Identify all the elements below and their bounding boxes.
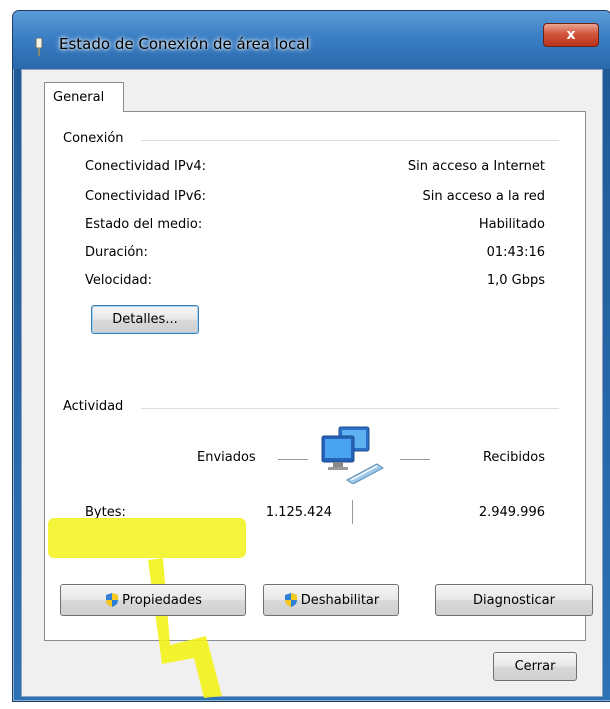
window-title: Estado de Conexión de área local: [59, 35, 310, 53]
diagnose-button[interactable]: Diagnosticar: [435, 584, 593, 616]
properties-button[interactable]: Propiedades: [60, 584, 246, 616]
sent-connector-line: [278, 459, 308, 460]
close-window-button[interactable]: x: [543, 23, 599, 47]
details-button[interactable]: Detalles...: [91, 305, 199, 334]
media-state-label: Estado del medio:: [85, 217, 203, 232]
sent-label: Enviados: [197, 450, 256, 465]
bytes-received-value: 2.949.996: [478, 505, 545, 520]
group-title-connection: Conexión: [63, 131, 130, 146]
arrow-annotation-icon: [148, 558, 222, 698]
received-connector-line: [400, 459, 430, 460]
properties-label: Propiedades: [122, 592, 202, 608]
uac-shield-icon: [106, 593, 119, 607]
dialog-window: Estado de Conexión de área local x Gener…: [12, 10, 610, 702]
group-divider-connection: [141, 140, 559, 141]
ipv4-label: Conectividad IPv4:: [85, 159, 207, 174]
disable-button[interactable]: Deshabilitar: [263, 584, 399, 616]
dialog-client-area: General Conexión Conectividad IPv4: Sin …: [21, 69, 603, 698]
ipv6-label: Conectividad IPv6:: [85, 189, 207, 204]
ipv4-value: Sin acceso a Internet: [407, 159, 545, 174]
tab-general[interactable]: General: [44, 82, 124, 112]
media-state-value: Habilitado: [478, 217, 545, 232]
uac-shield-icon: [284, 593, 297, 607]
received-label: Recibidos: [482, 450, 545, 465]
bytes-divider: [352, 500, 353, 524]
bytes-sent-value: 1.125.424: [265, 505, 332, 520]
disable-label: Deshabilitar: [300, 592, 380, 608]
ipv6-value: Sin acceso a la red: [422, 189, 545, 204]
title-bar[interactable]: Estado de Conexión de área local x: [13, 11, 610, 69]
speed-label: Velocidad:: [85, 273, 153, 288]
network-computers-icon: [321, 426, 384, 484]
group-divider-activity: [141, 408, 559, 409]
network-adapter-icon: [35, 38, 43, 56]
duration-value: 01:43:16: [486, 245, 545, 260]
duration-label: Duración:: [85, 245, 148, 260]
group-title-activity: Actividad: [63, 399, 130, 414]
close-button[interactable]: Cerrar: [493, 652, 577, 681]
speed-value: 1,0 Gbps: [486, 273, 545, 288]
